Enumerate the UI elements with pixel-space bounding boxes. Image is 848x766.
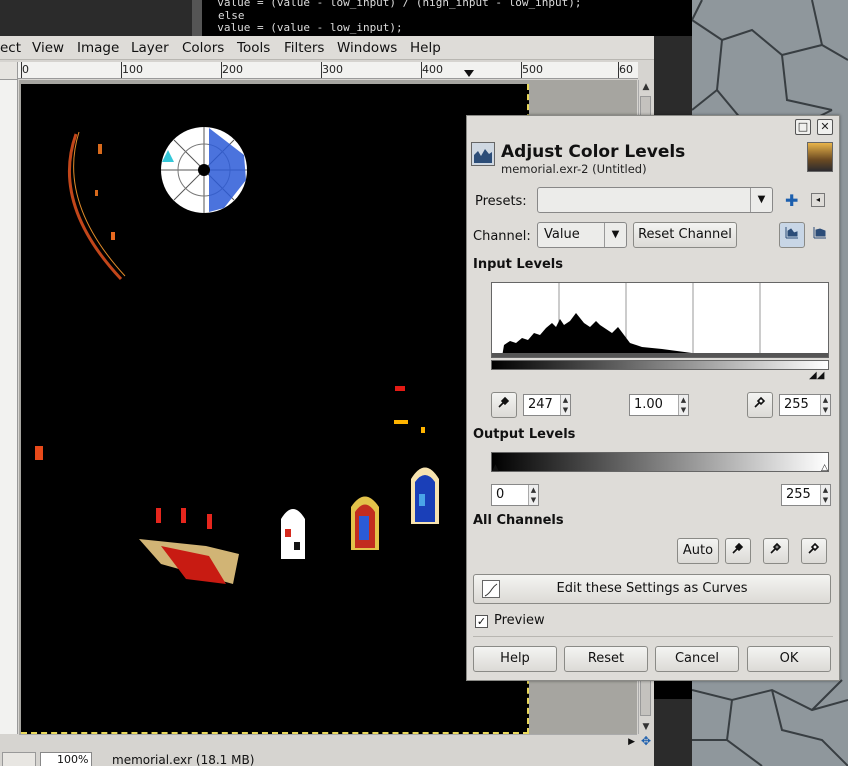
ruler-label: 400: [422, 63, 443, 76]
white-picker-icon[interactable]: [801, 538, 827, 564]
preview-checkbox[interactable]: ✓: [475, 615, 488, 628]
ruler-label: 500: [522, 63, 543, 76]
scroll-up-icon[interactable]: ▲: [639, 80, 653, 94]
spin-arrows-icon[interactable]: ▲ ▼: [820, 485, 830, 505]
horizontal-scrollbar[interactable]: ▶: [19, 734, 637, 748]
white-point-picker-icon[interactable]: [747, 392, 773, 418]
scroll-right-icon[interactable]: ▶: [628, 735, 635, 749]
close-icon[interactable]: ✕: [817, 119, 833, 135]
spin-arrows-icon[interactable]: ▲ ▼: [560, 395, 570, 415]
cancel-button[interactable]: Cancel: [655, 646, 739, 672]
all-channels-heading: All Channels: [473, 513, 564, 528]
ruler-label: 200: [222, 63, 243, 76]
menu-image[interactable]: Image: [77, 40, 119, 56]
auto-button[interactable]: Auto: [677, 538, 719, 564]
channel-combo[interactable]: Value ▼: [537, 222, 627, 248]
histogram[interactable]: [491, 282, 829, 358]
preview-label: Preview: [494, 613, 545, 628]
dialog-titlebar[interactable]: □ ✕: [467, 116, 839, 138]
output-high-spinner[interactable]: 255 ▲ ▼: [781, 484, 831, 506]
gray-picker-icon[interactable]: [763, 538, 789, 564]
zoom-field[interactable]: 100%: [40, 752, 92, 766]
image-canvas[interactable]: [21, 84, 529, 734]
output-levels-heading: Output Levels: [473, 427, 576, 442]
levels-icon: [471, 142, 495, 166]
menu-tools[interactable]: Tools: [237, 40, 270, 56]
ruler-corner[interactable]: [0, 62, 18, 80]
input-gradient-bar: [491, 360, 829, 370]
presets-combo[interactable]: ▼: [537, 187, 773, 213]
menu-select[interactable]: ect: [0, 40, 21, 56]
input-low-value: 247: [528, 397, 553, 412]
image-thumbnail: [807, 142, 833, 172]
input-gamma-spinner[interactable]: 1.00 ▲ ▼: [629, 394, 689, 416]
vertical-ruler[interactable]: [0, 80, 18, 734]
menu-view[interactable]: View: [32, 40, 64, 56]
curves-icon: [482, 580, 500, 598]
reset-button[interactable]: Reset: [564, 646, 648, 672]
chevron-down-icon: ▼: [750, 188, 772, 212]
input-high-value: 255: [784, 397, 809, 412]
output-low-value: 0: [496, 487, 505, 502]
edit-as-curves-button[interactable]: Edit these Settings as Curves: [473, 574, 831, 604]
input-low-spinner[interactable]: 247 ▲ ▼: [523, 394, 571, 416]
input-levels-heading: Input Levels: [473, 257, 563, 272]
spin-arrows-icon[interactable]: ▲ ▼: [820, 395, 830, 415]
output-high-handle-icon[interactable]: △: [821, 463, 828, 473]
output-low-spinner[interactable]: 0 ▲ ▼: [491, 484, 539, 506]
navigate-icon[interactable]: ✥: [638, 734, 654, 748]
spin-arrows-icon[interactable]: ▲ ▼: [678, 395, 688, 415]
dialog-title: Adjust Color Levels: [501, 142, 686, 162]
ruler-label: 300: [322, 63, 343, 76]
ruler-label: 0: [22, 63, 29, 76]
black-point-picker-icon[interactable]: [491, 392, 517, 418]
background-terminal: value = (value - low_input) / (high_inpu…: [192, 0, 692, 36]
ruler-label: 60: [619, 63, 633, 76]
ruler-label: 100: [122, 63, 143, 76]
maximize-icon[interactable]: □: [795, 119, 811, 135]
background-window-fragment: [654, 681, 692, 699]
menu-help[interactable]: Help: [410, 40, 441, 56]
reset-channel-button[interactable]: Reset Channel: [633, 222, 737, 248]
ruler-pointer-icon: [464, 70, 474, 77]
status-info: memorial.exr (18.1 MB): [112, 753, 255, 766]
edit-as-curves-label: Edit these Settings as Curves: [556, 581, 748, 596]
ok-button[interactable]: OK: [747, 646, 831, 672]
presets-label: Presets:: [475, 194, 527, 209]
output-high-value: 255: [786, 487, 811, 502]
input-sliders-icon[interactable]: ◢◢: [809, 370, 824, 381]
unit-selector[interactable]: [2, 752, 36, 766]
terminal-scrollbar[interactable]: [192, 0, 202, 36]
linear-histogram-icon[interactable]: [779, 222, 805, 248]
image-content: [35, 127, 439, 584]
menu-filters[interactable]: Filters: [284, 40, 324, 56]
chevron-down-icon: ▼: [604, 223, 626, 247]
statusbar: 100% memorial.exr (18.1 MB): [0, 750, 654, 766]
preset-menu-icon[interactable]: ◂: [811, 193, 825, 207]
log-histogram-icon[interactable]: [807, 222, 833, 248]
help-button[interactable]: Help: [473, 646, 557, 672]
terminal-line: value = (value - low_input);: [204, 21, 403, 34]
menu-windows[interactable]: Windows: [337, 40, 397, 56]
input-high-spinner[interactable]: 255 ▲ ▼: [779, 394, 831, 416]
spin-arrows-icon[interactable]: ▲ ▼: [528, 485, 538, 505]
menu-colors[interactable]: Colors: [182, 40, 224, 56]
channel-value: Value: [544, 227, 580, 242]
terminal-line: value = (value - low_input) / (high_inpu…: [204, 0, 582, 9]
horizontal-ruler[interactable]: 0 100 200 300 400 500 60: [18, 62, 638, 79]
input-gamma-value: 1.00: [634, 397, 663, 412]
scroll-down-icon[interactable]: ▼: [639, 720, 653, 734]
dialog-subtitle: memorial.exr-2 (Untitled): [501, 162, 647, 176]
output-gradient-bar[interactable]: ▲ △: [491, 452, 829, 473]
output-low-handle-icon[interactable]: ▲: [492, 463, 499, 473]
menubar: ect View Image Layer Colors Tools Filter…: [0, 36, 654, 60]
histogram-graph: [492, 283, 828, 357]
channel-label: Channel:: [473, 229, 531, 244]
add-preset-icon[interactable]: ✚: [785, 191, 798, 210]
adjust-levels-dialog: □ ✕ Adjust Color Levels memorial.exr-2 (…: [466, 115, 840, 681]
menu-layer[interactable]: Layer: [131, 40, 169, 56]
black-picker-icon[interactable]: [725, 538, 751, 564]
